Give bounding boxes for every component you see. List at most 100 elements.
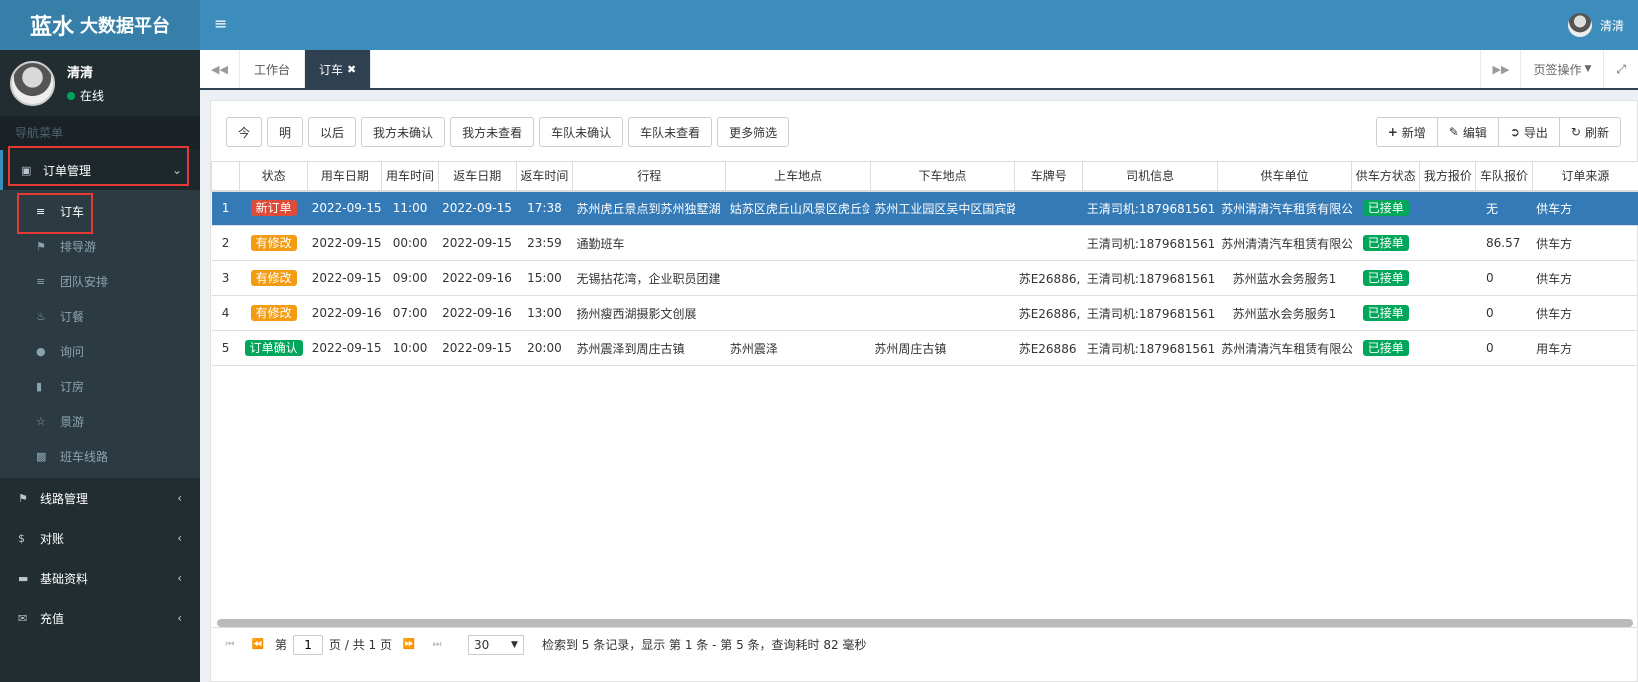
column-header[interactable]: 订单来源 <box>1531 161 1638 192</box>
column-header[interactable]: 上车地点 <box>725 161 871 192</box>
filter-tomorrow-button[interactable]: 明 <box>267 117 304 147</box>
edit-button[interactable]: ✎ 编辑 <box>1436 117 1499 147</box>
sidebar-item-guide[interactable]: ⚑ 排导游 <box>0 229 200 264</box>
sidebar-item-scenic[interactable]: ☆ 景游 <box>0 404 200 439</box>
tabs-bar: ◀◀ 工作台 订车 ✖ ▶▶ 页签操作 ▼ ⤢ <box>200 50 1638 90</box>
cell-no: 3 <box>211 260 240 296</box>
user-status-label: 在线 <box>80 89 105 103</box>
pagination-bar: ⏮ ⏪ 第 页 / 共 1 页 ⏩ ⏭ 30 ▼ 检索到 5 条记录，显示 第 … <box>211 627 1637 661</box>
tab-workbench[interactable]: 工作台 <box>240 50 306 88</box>
page-number-input[interactable] <box>293 634 324 655</box>
sidebar-item-label: 订车 <box>60 205 85 219</box>
cell-date: 2022-09-15 <box>307 330 382 366</box>
sidebar-item-label: 团队安排 <box>60 275 109 289</box>
table-row[interactable]: 5 订单确认 2022-09-15 10:00 2022-09-15 20:00 苏州震泽到… <box>211 330 1638 366</box>
sidebar-item-book-car[interactable]: ≡ 订车 <box>0 194 200 229</box>
supplier-status-badge: 已接单 <box>1362 270 1409 286</box>
online-dot-icon <box>67 91 75 100</box>
total-pages-label: 页 / 共 1 页 <box>329 638 392 652</box>
prev-page-icon[interactable]: ⏪ <box>247 636 269 654</box>
sidebar-item-label: 订房 <box>60 380 85 394</box>
cell-unit: 苏州清清汽车租赁有限公 <box>1217 225 1352 261</box>
sidebar-item-shuttle[interactable]: ▩ 班车线路 <box>0 439 200 474</box>
file-icon: ▣ <box>21 163 32 177</box>
sidebar-item-meal[interactable]: ♨ 订餐 <box>0 299 200 334</box>
user-name: 清清 <box>67 66 94 81</box>
table-row[interactable]: 3 有修改 2022-09-15 09:00 2022-09-16 15:00 无锡拈花湾，… <box>211 260 1638 296</box>
top-user-menu[interactable]: 清清 <box>1567 13 1624 37</box>
more-filters-button[interactable]: 更多筛选 <box>717 117 790 147</box>
tab-book-car[interactable]: 订车 ✖ <box>305 50 372 88</box>
cell-trip: 通勤班车 <box>572 225 726 261</box>
page-size-value: 30 <box>473 637 490 652</box>
column-header[interactable]: 行程 <box>571 161 727 192</box>
tab-scroll-right-icon[interactable]: ▶▶ <box>1480 50 1520 88</box>
tab-scroll-left-icon[interactable]: ◀◀ <box>200 50 240 88</box>
table-row[interactable]: 1 新订单 2022-09-15 11:00 2022-09-15 17:38 苏州虎丘景点… <box>211 190 1638 226</box>
cell-driver: 王清司机:1879681561 <box>1082 330 1218 366</box>
cell-our-price <box>1419 330 1476 366</box>
cell-supplier-status: 已接单 <box>1351 225 1420 261</box>
first-page-icon[interactable]: ⏮ <box>219 636 241 654</box>
column-header[interactable]: 车队报价 <box>1475 161 1533 192</box>
column-header[interactable]: 返车日期 <box>437 161 517 192</box>
supplier-status-badge: 已接单 <box>1362 305 1409 321</box>
column-header[interactable]: 车牌号 <box>1014 161 1084 192</box>
column-header[interactable]: 供车方状态 <box>1351 161 1421 192</box>
export-button[interactable]: ➲ 导出 <box>1497 117 1560 147</box>
menu-label: 订单管理 <box>43 163 92 178</box>
sidebar-item-label: 景游 <box>60 415 85 429</box>
column-header[interactable]: 用车日期 <box>307 161 383 192</box>
column-header[interactable] <box>210 161 241 192</box>
filter-our-unviewed-button[interactable]: 我方未查看 <box>450 117 535 147</box>
menu-order-management[interactable]: ▣ 订单管理 ⌄ <box>0 150 200 190</box>
table-header-row: 状态 用车日期 用车时间 返车日期 返车时间 行程 上车地点 下车地点 车牌号 司机信息 供车单位供… <box>210 161 1638 192</box>
column-header[interactable]: 司机信息 <box>1082 161 1218 192</box>
horizontal-scrollbar[interactable] <box>217 619 1633 627</box>
column-header[interactable]: 状态 <box>239 161 309 192</box>
filter-our-unconfirmed-button[interactable]: 我方未确认 <box>361 117 446 147</box>
filter-fleet-unviewed-button[interactable]: 车队未查看 <box>628 117 713 147</box>
add-button[interactable]: + 新增 <box>1375 117 1438 147</box>
sidebar-item-team[interactable]: ≡ 团队安排 <box>0 264 200 299</box>
column-header[interactable]: 用车时间 <box>381 161 439 192</box>
tab-operations-dropdown[interactable]: 页签操作 ▼ <box>1520 50 1603 88</box>
fullscreen-icon[interactable]: ⤢ <box>1603 50 1638 88</box>
filter-later-button[interactable]: 以后 <box>308 117 357 147</box>
top-user-name: 清清 <box>1599 18 1624 33</box>
cell-source: 用车方 <box>1532 330 1638 366</box>
sidebar-item-hotel[interactable]: ▮ 订房 <box>0 369 200 404</box>
next-page-icon[interactable]: ⏩ <box>398 636 420 654</box>
table-row[interactable]: 4 有修改 2022-09-16 07:00 2022-09-16 13:00 扬州瘦西湖摄… <box>211 295 1638 331</box>
cell-pickup <box>725 225 871 261</box>
cell-pickup <box>725 295 871 331</box>
hamburger-menu-icon[interactable]: ≡ <box>214 14 227 33</box>
column-header[interactable]: 返车时间 <box>515 161 574 192</box>
menu-route-management[interactable]: ⚑ 线路管理 ‹ <box>0 478 200 518</box>
page-size-select[interactable]: 30 ▼ <box>467 634 524 655</box>
scrollbar-thumb[interactable] <box>217 619 1633 627</box>
cell-status: 有修改 <box>239 260 308 296</box>
brand-logo[interactable]: 蓝水 大数据平台 <box>0 0 200 50</box>
column-header[interactable]: 我方报价 <box>1419 161 1477 192</box>
cell-our-price <box>1419 225 1476 261</box>
menu-reconcile[interactable]: $ 对账 ‹ <box>0 518 200 558</box>
filter-today-button[interactable]: 今 <box>226 117 263 147</box>
refresh-button[interactable]: ↻ 刷新 <box>1558 117 1621 147</box>
table-row[interactable]: 2 有修改 2022-09-15 00:00 2022-09-15 23:59 通勤班车 王清… <box>211 225 1638 261</box>
sidebar-item-inquiry[interactable]: ● 询问 <box>0 334 200 369</box>
last-page-icon[interactable]: ⏭ <box>426 636 448 654</box>
cell-date: 2022-09-15 <box>307 190 382 226</box>
cell-fleet-price: 0 <box>1475 260 1533 296</box>
column-header[interactable]: 供车单位 <box>1216 161 1353 192</box>
cell-our-price <box>1419 295 1476 331</box>
orders-table: 状态 用车日期 用车时间 返车日期 返车时间 行程 上车地点 下车地点 车牌号 司机信息 供车单位供… <box>210 161 1638 366</box>
tab-label: 工作台 <box>254 62 291 77</box>
menu-recharge[interactable]: ✉ 充值 ‹ <box>0 598 200 638</box>
close-icon[interactable]: ✖ <box>347 63 356 76</box>
filter-fleet-unconfirmed-button[interactable]: 车队未确认 <box>539 117 624 147</box>
page-label: 第 <box>275 638 288 652</box>
export-label: 导出 <box>1523 125 1548 140</box>
column-header[interactable]: 下车地点 <box>869 161 1016 192</box>
menu-basic-data[interactable]: ▬ 基础资料 ‹ <box>0 558 200 598</box>
